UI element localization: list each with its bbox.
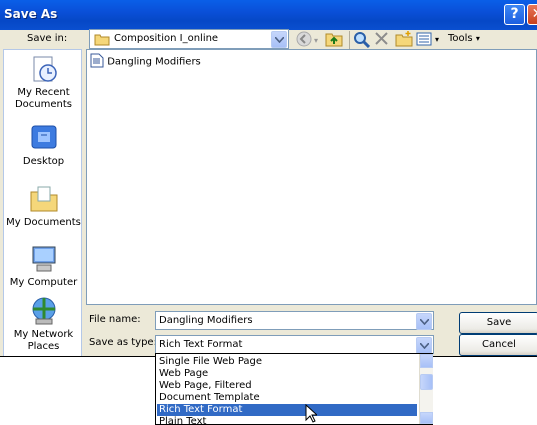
desktop-icon — [31, 125, 56, 149]
tools-menu[interactable]: Tools ▾ — [448, 33, 480, 44]
list-item[interactable]: Dangling Modifiers — [90, 53, 201, 71]
chevron-down-icon[interactable] — [271, 31, 287, 48]
network-places-icon — [32, 297, 55, 325]
type-option-selected[interactable]: Rich Text Format — [157, 404, 417, 416]
place-label: My Computer — [9, 277, 78, 288]
scroll-up-icon[interactable] — [420, 354, 433, 368]
place-label: My Network — [13, 329, 74, 340]
toolbar-divider — [349, 31, 350, 49]
type-option[interactable]: Plain Text — [157, 416, 417, 425]
mouse-cursor-icon — [305, 403, 319, 425]
scrollbar[interactable] — [419, 354, 433, 424]
type-option[interactable]: Web Page, Filtered — [157, 380, 417, 392]
save-button[interactable]: Save — [459, 312, 537, 334]
place-label: My Recent — [17, 87, 70, 98]
type-option[interactable]: Document Template — [157, 392, 417, 404]
save-in-label: Save in: — [27, 33, 68, 44]
tools-chevron-icon: ▾ — [475, 34, 480, 43]
type-option[interactable]: Single File Web Page — [157, 356, 417, 368]
place-label: Places — [27, 341, 60, 352]
places-bar: My Recent Documents Desktop My Documents… — [3, 49, 82, 357]
back-dropdown-icon[interactable]: ▾ — [314, 36, 318, 45]
save-in-dropdown[interactable]: Composition I_online — [89, 29, 289, 49]
folder-icon — [94, 33, 110, 49]
file-name: Dangling Modifiers — [107, 56, 201, 68]
title-bar[interactable]: Save As ? ✕ — [0, 0, 537, 30]
recent-documents-icon — [33, 56, 57, 82]
place-label: My Documents — [6, 217, 81, 228]
views-dropdown-icon[interactable]: ▾ — [435, 35, 439, 44]
file-name-field[interactable]: Dangling Modifiers — [155, 311, 434, 330]
chevron-down-icon[interactable] — [416, 337, 432, 354]
tools-label: Tools — [448, 33, 473, 44]
search-web-icon[interactable] — [353, 31, 371, 51]
save-as-type-list[interactable]: Single File Web Page Web Page Web Page, … — [155, 353, 433, 425]
place-label: Desktop — [22, 156, 65, 167]
my-documents-icon — [30, 186, 57, 212]
chevron-down-icon[interactable] — [416, 313, 432, 330]
file-name-value: Dangling Modifiers — [159, 315, 253, 326]
file-name-label: File name: — [89, 314, 141, 325]
save-as-type-dropdown[interactable]: Rich Text Format — [155, 335, 434, 354]
cancel-button[interactable]: Cancel — [459, 334, 537, 356]
scroll-down-icon[interactable] — [420, 412, 433, 424]
place-my-documents[interactable]: My Documents — [4, 183, 83, 229]
help-button[interactable]: ? — [504, 4, 525, 25]
save-in-value: Composition I_online — [114, 33, 219, 44]
place-my-computer[interactable]: My Computer — [4, 243, 83, 289]
back-icon[interactable] — [296, 31, 312, 50]
file-list[interactable]: Dangling Modifiers — [86, 49, 537, 305]
save-as-type-label: Save as type: — [89, 337, 157, 348]
place-my-network-places[interactable]: My Network Places — [4, 295, 83, 353]
close-button[interactable]: ✕ — [527, 4, 537, 25]
place-label: Documents — [14, 99, 73, 110]
place-desktop[interactable]: Desktop — [4, 122, 83, 168]
window-title: Save As — [4, 7, 58, 21]
my-computer-icon — [32, 246, 55, 272]
place-my-recent-documents[interactable]: My Recent Documents — [4, 53, 83, 111]
scroll-thumb[interactable] — [420, 374, 433, 390]
views-icon[interactable] — [416, 31, 432, 50]
up-folder-icon[interactable] — [325, 31, 343, 50]
rtf-document-icon — [90, 53, 104, 71]
save-as-type-value: Rich Text Format — [159, 339, 243, 350]
new-folder-icon[interactable] — [395, 31, 413, 50]
type-option[interactable]: Web Page — [157, 368, 417, 380]
delete-icon[interactable] — [374, 31, 389, 49]
